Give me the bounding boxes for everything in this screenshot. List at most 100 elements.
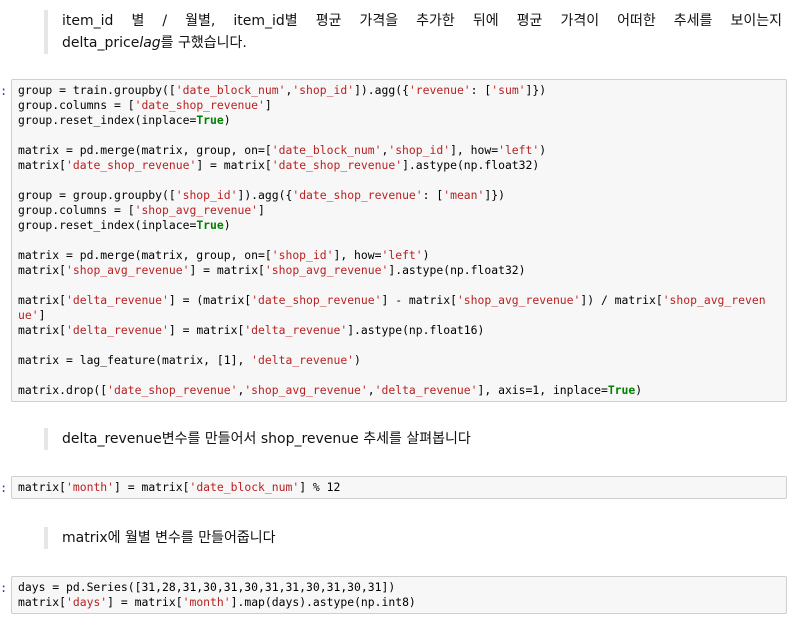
code-keyword: True <box>607 383 636 397</box>
code-text: ], axis=1, inplace= <box>477 383 608 397</box>
markdown-cell-month-variable: matrix에 월별 변수를 만들어줍니다 <box>44 527 276 549</box>
code-string: 'shop_avg_revenue' <box>264 263 389 277</box>
code-text: ] <box>264 98 272 112</box>
input-prompt: : <box>0 481 8 495</box>
code-string: 'mean' <box>443 188 485 202</box>
code-string: 'revenue' <box>408 83 471 97</box>
code-text: ] % 12 <box>299 480 341 494</box>
code-line: matrix['delta_revenue'] = (matrix['date_… <box>18 293 780 308</box>
code-cell-month[interactable]: matrix['month'] = matrix['date_block_num… <box>11 476 787 499</box>
code-string: 'left' <box>381 248 423 262</box>
code-line: matrix = lag_feature(matrix, [1], 'delta… <box>18 353 780 368</box>
code-text: ]}) <box>484 188 505 202</box>
code-string: 'date_shop_revenue' <box>134 98 265 112</box>
code-string: 'shop_id' <box>388 143 451 157</box>
code-string: 'month' <box>66 480 115 494</box>
code-line: matrix['delta_revenue'] = matrix['delta_… <box>18 323 780 338</box>
code-text: ].astype(np.float32) <box>402 158 540 172</box>
code-string: 'date_shop_revenue' <box>107 383 238 397</box>
code-text: matrix[ <box>18 158 67 172</box>
code-string: 'month' <box>182 595 231 609</box>
code-string: 'days' <box>66 595 108 609</box>
markdown-text-post: 를 구했습니다. <box>160 35 247 51</box>
code-text: matrix = pd.merge(matrix, group, on=[ <box>18 143 272 157</box>
markdown-text: delta_revenue변수를 만들어서 shop_revenue 추세를 살… <box>62 431 471 447</box>
code-text: matrix.drop([ <box>18 383 108 397</box>
code-keyword: True <box>196 218 224 232</box>
code-text: group = group.groupby([ <box>18 188 176 202</box>
markdown-text-line-1: item_id 별 / 월별, item_id별 평균 가격을 추가한 뒤에 평… <box>62 13 782 29</box>
code-text: ].map(days).astype(np.int8) <box>230 595 416 609</box>
code-text: ) <box>539 143 547 157</box>
markdown-text-italic: lag <box>139 35 161 51</box>
code-text: matrix = pd.merge(matrix, group, on=[ <box>18 248 272 262</box>
code-string: 'shop_id' <box>271 248 334 262</box>
code-string: 'delta_revenue' <box>374 383 478 397</box>
code-string: 'shop_avg_revenue' <box>134 203 259 217</box>
code-string: 'date_block_num' <box>189 480 300 494</box>
code-cell-delta-revenue[interactable]: group = train.groupby(['date_block_num',… <box>11 79 787 402</box>
code-text: matrix = lag_feature(matrix, [1], <box>18 353 252 367</box>
code-string: 'date_shop_revenue' <box>292 188 423 202</box>
markdown-text-pre: delta_price <box>62 35 140 51</box>
code-text: ].astype(np.float32) <box>388 263 526 277</box>
code-editor[interactable]: days = pd.Series([31,28,31,30,31,30,31,3… <box>18 580 780 610</box>
code-string: 'date_shop_revenue' <box>251 293 382 307</box>
code-text: days = pd.Series([31,28,31,30,31,30,31,3… <box>18 580 396 594</box>
code-text: ) <box>223 218 231 232</box>
code-string: 'delta_revenue' <box>251 353 355 367</box>
code-line: matrix = pd.merge(matrix, group, on=['sh… <box>18 248 780 263</box>
code-text: ] = matrix[ <box>168 323 245 337</box>
code-text: ] = (matrix[ <box>168 293 252 307</box>
code-text: ]).agg({ <box>237 188 293 202</box>
code-text: ] <box>38 308 46 322</box>
markdown-text-line-2: delta_pricelag를 구했습니다. <box>62 32 782 54</box>
code-string: 'delta_revenue' <box>244 323 348 337</box>
code-line: group.columns = ['date_shop_revenue'] <box>18 98 780 113</box>
code-text: group.reset_index(inplace= <box>18 218 197 232</box>
code-string: 'shop_avg_revenue' <box>456 293 581 307</box>
code-text: ] - matrix[ <box>381 293 457 307</box>
code-text: ], how= <box>450 143 499 157</box>
code-text: group.reset_index(inplace= <box>18 113 197 127</box>
code-string: 'shop_avg_revenue' <box>66 263 190 277</box>
code-editor[interactable]: group = train.groupby(['date_block_num',… <box>18 83 780 398</box>
code-string: 'shop_id' <box>292 83 355 97</box>
code-string: 'date_block_num' <box>271 143 382 157</box>
code-text: ]) / matrix[ <box>580 293 663 307</box>
markdown-text: matrix에 월별 변수를 만들어줍니다 <box>62 530 276 546</box>
code-text: ] = matrix[ <box>107 595 183 609</box>
code-line: group.reset_index(inplace=True) <box>18 113 780 128</box>
code-string: 'shop_avg_reven <box>662 293 766 307</box>
code-text: ] <box>258 203 265 217</box>
code-cell-days[interactable]: days = pd.Series([31,28,31,30,31,30,31,3… <box>11 576 787 614</box>
code-text: matrix[ <box>18 480 67 494</box>
markdown-cell-price-trend: item_id 별 / 월별, item_id별 평균 가격을 추가한 뒤에 평… <box>44 10 782 54</box>
code-text: ) <box>422 248 430 262</box>
code-text: ) <box>635 383 643 397</box>
code-text: ) <box>354 353 361 367</box>
code-text: : [ <box>470 83 492 97</box>
code-editor[interactable]: matrix['month'] = matrix['date_block_num… <box>18 480 780 495</box>
code-line: days = pd.Series([31,28,31,30,31,30,31,3… <box>18 580 780 595</box>
code-string: 'delta_revenue' <box>66 323 169 337</box>
code-line: group.columns = ['shop_avg_revenue'] <box>18 203 780 218</box>
code-string: 'shop_avg_revenue' <box>244 383 368 397</box>
code-line: matrix['date_shop_revenue'] = matrix['da… <box>18 158 780 173</box>
code-line: matrix['shop_avg_revenue'] = matrix['sho… <box>18 263 780 278</box>
code-line: matrix['month'] = matrix['date_block_num… <box>18 480 780 495</box>
markdown-cell-delta-revenue: delta_revenue변수를 만들어서 shop_revenue 추세를 살… <box>44 428 471 450</box>
input-prompt: : <box>0 84 8 98</box>
code-line: group = group.groupby(['shop_id']).agg({… <box>18 188 780 203</box>
code-string: 'date_shop_revenue' <box>271 158 403 172</box>
code-text: matrix[ <box>18 263 67 277</box>
code-line: group = train.groupby(['date_block_num',… <box>18 83 780 98</box>
code-string: 'delta_revenue' <box>66 293 169 307</box>
code-string: 'date_shop_revenue' <box>66 158 197 172</box>
code-text: matrix[ <box>18 323 67 337</box>
